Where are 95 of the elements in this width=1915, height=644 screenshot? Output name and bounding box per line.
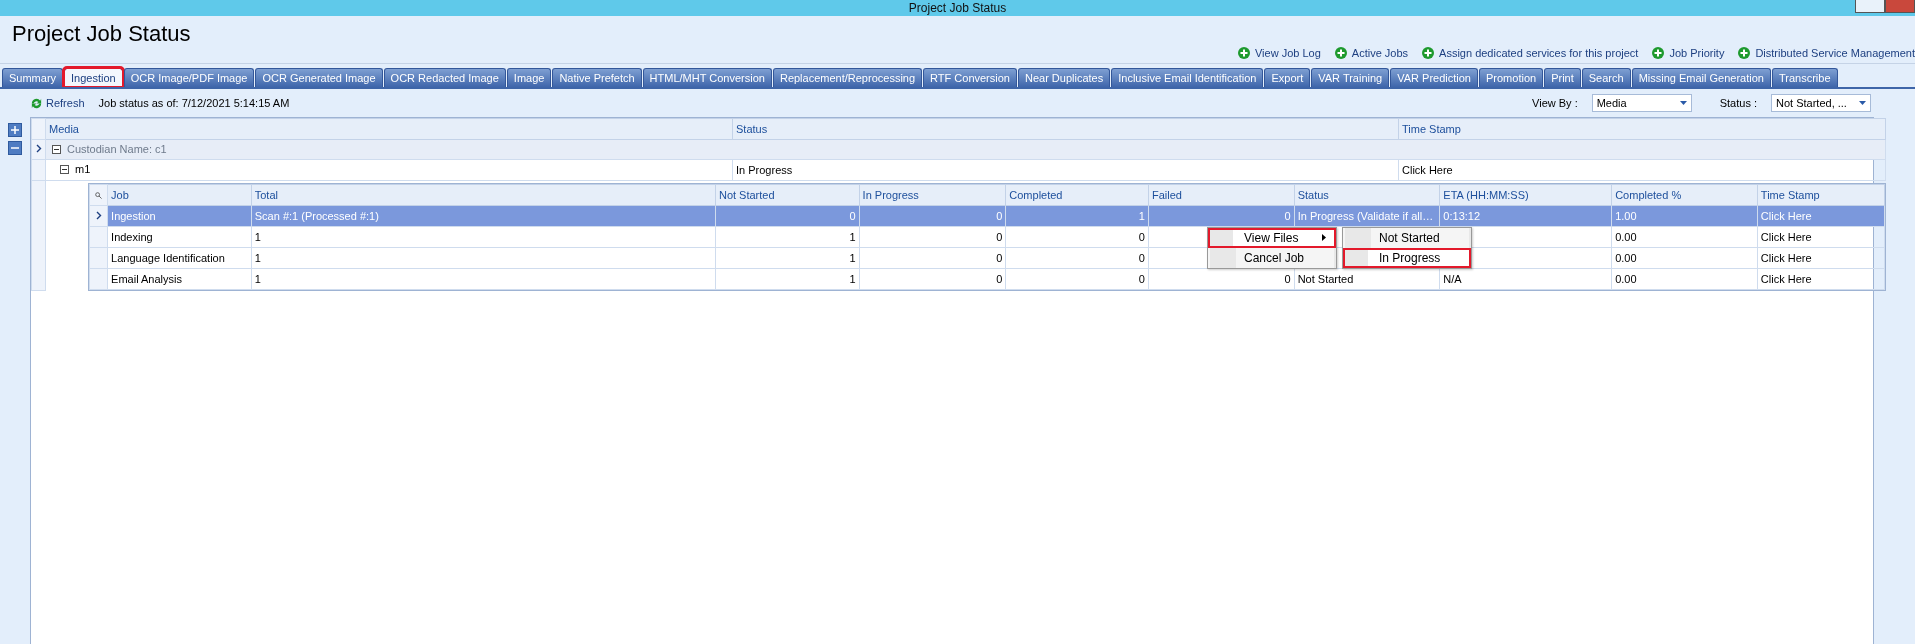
add-icon xyxy=(1334,47,1347,59)
expand-all-button[interactable] xyxy=(8,123,22,137)
column-header[interactable]: Failed xyxy=(1148,184,1295,205)
column-header[interactable]: Job xyxy=(107,184,252,205)
maximize-button[interactable] xyxy=(1855,0,1885,13)
table-cell: Click Here xyxy=(1757,247,1884,268)
window-title: Project Job Status xyxy=(908,1,1007,15)
table-cell: 1 xyxy=(715,226,860,247)
status-filter-dropdown[interactable]: Not Started, ... xyxy=(1771,94,1871,112)
table-cell: 0 xyxy=(1005,226,1149,247)
table-cell: 1 xyxy=(251,247,716,268)
tab[interactable]: Inclusive Email Identification xyxy=(1111,68,1264,87)
column-header[interactable]: Completed xyxy=(1005,184,1149,205)
search-icon[interactable] xyxy=(95,191,103,199)
tab[interactable]: OCR Redacted Image xyxy=(383,68,506,87)
column-header[interactable]: Time Stamp xyxy=(1398,118,1886,140)
table-cell: 0.00 xyxy=(1611,247,1758,268)
column-header[interactable]: Status xyxy=(1294,184,1440,205)
column-header[interactable]: In Progress xyxy=(859,184,1006,205)
column-header[interactable]: Total xyxy=(251,184,716,205)
action-link[interactable]: Job Priority xyxy=(1652,47,1725,59)
action-link[interactable]: View Job Log xyxy=(1237,47,1321,59)
row-pointer-icon xyxy=(35,144,42,154)
table-cell: 1 xyxy=(715,247,860,268)
table-cell: Click Here xyxy=(1757,226,1884,247)
table-cell: Click Here xyxy=(1757,268,1884,289)
add-icon xyxy=(1422,47,1435,59)
table-cell: 1 xyxy=(715,268,860,289)
add-icon xyxy=(1237,47,1250,59)
table-cell: m1 xyxy=(45,159,733,180)
tab[interactable]: RTF Conversion xyxy=(923,68,1017,87)
tab[interactable]: Summary xyxy=(2,68,64,87)
column-header[interactable]: Time Stamp xyxy=(1757,184,1884,205)
table-cell: Click Here xyxy=(1398,159,1886,180)
view-by-dropdown[interactable]: Media xyxy=(1591,94,1692,112)
add-icon xyxy=(1652,47,1665,59)
menu-item[interactable]: View Files xyxy=(1208,227,1336,248)
table-cell: Indexing xyxy=(107,226,252,247)
table-cell: 0.00 xyxy=(1611,226,1758,247)
row-pointer-icon xyxy=(95,210,102,220)
tab[interactable]: Image xyxy=(506,68,552,87)
tab[interactable]: Search xyxy=(1581,68,1631,87)
submenu-arrow-icon xyxy=(1322,234,1326,241)
tab[interactable]: Native Prefetch xyxy=(552,68,642,87)
refresh-button[interactable]: Refresh xyxy=(30,96,85,110)
refresh-icon xyxy=(30,96,43,110)
menu-item[interactable]: Cancel Job xyxy=(1208,247,1336,268)
table-cell: Language Identification xyxy=(107,247,252,268)
status-text: Job status as of: 7/12/2021 5:14:15 AM xyxy=(98,97,290,109)
tab[interactable]: Transcribe xyxy=(1771,68,1838,87)
tab[interactable]: Print xyxy=(1544,68,1581,87)
table-cell: 0 xyxy=(1005,268,1149,289)
tab[interactable]: Ingestion xyxy=(64,68,123,87)
column-header[interactable]: Status xyxy=(732,118,1399,140)
action-link[interactable]: Distributed Service Management xyxy=(1738,47,1915,59)
tab[interactable]: HTML/MHT Conversion xyxy=(642,68,772,87)
tab[interactable]: OCR Generated Image xyxy=(255,68,383,87)
action-link[interactable]: Assign dedicated services for this project xyxy=(1422,47,1639,59)
collapse-icon[interactable] xyxy=(60,164,69,174)
action-link[interactable]: Active Jobs xyxy=(1334,47,1409,59)
column-header[interactable]: ETA (HH:MM:SS) xyxy=(1439,184,1612,205)
add-icon xyxy=(1738,47,1751,59)
collapse-icon[interactable] xyxy=(52,144,61,154)
tab[interactable]: Replacement/Reprocessing xyxy=(772,68,923,87)
table-cell: 0.00 xyxy=(1611,268,1758,289)
table-cell: Email Analysis xyxy=(107,268,252,289)
tab[interactable]: VAR Training xyxy=(1311,68,1390,87)
status-filter-label: Status : xyxy=(1719,97,1757,109)
tab[interactable]: Export xyxy=(1264,68,1311,87)
tab[interactable]: VAR Prediction xyxy=(1390,68,1478,87)
tab[interactable]: Promotion xyxy=(1479,68,1544,87)
page-title: Project Job Status xyxy=(12,21,191,47)
column-header[interactable]: Media xyxy=(45,118,733,140)
view-by-label: View By : xyxy=(1532,97,1578,109)
table-cell: Scan #:1 (Processed #:1) xyxy=(251,205,716,226)
column-header[interactable]: Completed % xyxy=(1611,184,1758,205)
tab[interactable]: OCR Image/PDF Image xyxy=(123,68,255,87)
menu-item[interactable]: Not Started xyxy=(1343,227,1471,248)
table-cell: 1 xyxy=(251,226,716,247)
table-cell: 1 xyxy=(251,268,716,289)
collapse-all-button[interactable] xyxy=(8,141,22,155)
group-row[interactable]: Custodian Name: c1 xyxy=(45,139,1886,159)
tab[interactable]: Near Duplicates xyxy=(1017,68,1111,87)
dropdown-caret-icon xyxy=(1679,101,1687,105)
table-cell: 0 xyxy=(1005,247,1149,268)
table-cell: 0 xyxy=(859,226,1006,247)
plus-icon xyxy=(11,126,19,134)
tab[interactable]: Missing Email Generation xyxy=(1631,68,1771,87)
menu-item[interactable]: In Progress xyxy=(1343,247,1471,268)
minus-icon xyxy=(11,144,19,152)
table-cell: 0 xyxy=(859,247,1006,268)
table-cell: In Progress xyxy=(732,159,1399,180)
column-header[interactable]: Not Started xyxy=(715,184,860,205)
table-cell: 0 xyxy=(859,268,1006,289)
dropdown-caret-icon xyxy=(1859,101,1866,105)
